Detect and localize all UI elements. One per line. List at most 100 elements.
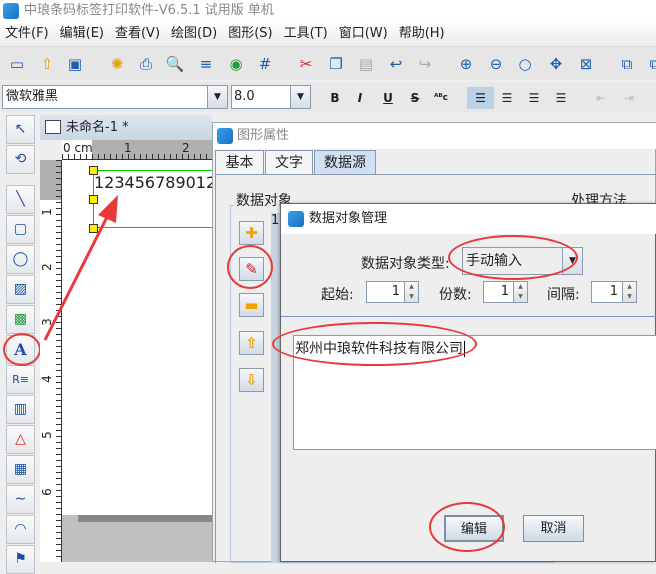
- flag-icon[interactable]: ⚑: [6, 545, 35, 574]
- interval-spinner[interactable]: 1 ▲▼: [591, 281, 637, 303]
- undo-icon[interactable]: ↩: [385, 53, 407, 75]
- italic-button[interactable]: I: [349, 87, 371, 109]
- open-icon[interactable]: ⇧: [36, 53, 58, 75]
- spinner-arrows-icon[interactable]: ▲▼: [622, 282, 636, 302]
- chevron-down-icon[interactable]: ▼: [562, 248, 582, 274]
- redo-icon[interactable]: ↪: [414, 53, 436, 75]
- chevron-down-icon[interactable]: ▼: [290, 86, 310, 108]
- font-value: 微软雅黑: [6, 89, 58, 104]
- database-connect-icon[interactable]: ◉: [225, 53, 247, 75]
- zoom-icon[interactable]: ○: [514, 53, 536, 75]
- format-toolbar: 微软雅黑 ▼ 8.0 ▼ B I U S ᴬᴮc ☰ ☰ ☰ ☰ ⇤ ⇥: [0, 82, 656, 112]
- settings-icon[interactable]: ✺: [106, 53, 128, 75]
- ruler-tick-label: 1: [124, 141, 132, 155]
- print-preview-icon[interactable]: 🔍: [164, 53, 186, 75]
- triangle-icon[interactable]: △: [6, 425, 35, 454]
- align-justify-icon[interactable]: ☰: [550, 87, 572, 109]
- rich-text-icon[interactable]: R≡: [6, 365, 35, 394]
- paste-icon[interactable]: ▤: [355, 53, 377, 75]
- dialog-title-text: 图形属性: [237, 128, 289, 143]
- divider: [281, 316, 656, 317]
- group-icon[interactable]: ⧉: [616, 53, 638, 75]
- data-object-list-item[interactable]: 1: [271, 213, 279, 228]
- document-tab[interactable]: 未命名-1 *: [40, 115, 212, 140]
- move-down-icon[interactable]: ⇩: [239, 368, 264, 392]
- canvas-text[interactable]: 123456789012: [94, 173, 212, 192]
- line-icon[interactable]: ╲: [6, 185, 35, 214]
- menu-shape[interactable]: 图形(S): [223, 22, 278, 46]
- rectangle-icon[interactable]: ▢: [6, 215, 35, 244]
- menu-window[interactable]: 窗口(W): [334, 22, 394, 46]
- remove-icon[interactable]: ▬: [239, 293, 264, 317]
- main-toolbar: ▭ ⇧ ▣ ✺ ⎙ 🔍 ≡ ◉ # ✂ ❐ ▤ ↩ ↪ ⊕ ⊖ ○ ✥ ⊠ ⧉ …: [0, 46, 656, 80]
- start-spinner[interactable]: 1 ▲▼: [366, 281, 419, 303]
- align-left-icon[interactable]: ☰: [467, 87, 494, 109]
- spacing-icon[interactable]: ⇤: [590, 87, 612, 109]
- spinner-arrows-icon[interactable]: ▲▼: [513, 282, 527, 302]
- print-icon[interactable]: ⎙: [135, 53, 157, 75]
- ungroup-icon[interactable]: ⧉: [644, 53, 656, 75]
- type-select[interactable]: 手动输入▼: [462, 247, 583, 275]
- cancel-button[interactable]: 取消: [523, 515, 584, 542]
- dialog-title: 图形属性: [213, 123, 656, 149]
- data-object-manager-dialog: 数据对象管理 数据对象类型: 手动输入▼ 起始: 1▲▼ 份数: 1▲▼ 间隔:…: [280, 203, 656, 562]
- zoom-out-icon[interactable]: ⊖: [485, 53, 507, 75]
- menu-edit[interactable]: 编辑(E): [55, 22, 110, 46]
- font-size-select[interactable]: 8.0 ▼: [231, 85, 311, 109]
- start-value: 1: [392, 284, 400, 299]
- dialog-logo-icon: [217, 128, 233, 144]
- spacing2-icon[interactable]: ⇥: [618, 87, 640, 109]
- menu-help[interactable]: 帮助(H): [394, 22, 451, 46]
- align-center-icon[interactable]: ☰: [496, 87, 518, 109]
- picture-icon[interactable]: ▩: [6, 305, 35, 334]
- resize-handle[interactable]: [89, 166, 98, 175]
- move-up-icon[interactable]: ⇧: [239, 331, 264, 355]
- cut-icon[interactable]: ✂: [295, 53, 317, 75]
- edit-icon[interactable]: ✎: [239, 257, 264, 281]
- app-logo-icon: [3, 3, 19, 19]
- canvas-background: [62, 515, 212, 562]
- strikethrough-button[interactable]: S: [404, 87, 426, 109]
- ellipse-icon[interactable]: ◯: [6, 245, 35, 274]
- menu-tools[interactable]: 工具(T): [279, 22, 334, 46]
- subscript-button[interactable]: ᴬᴮc: [430, 87, 452, 109]
- add-icon[interactable]: ✚: [239, 221, 264, 245]
- fit-width-icon[interactable]: ⊠: [575, 53, 597, 75]
- type-label: 数据对象类型:: [361, 253, 450, 273]
- edit-button[interactable]: 编辑: [444, 515, 504, 542]
- copy-icon[interactable]: ❐: [325, 53, 347, 75]
- qrcode-icon[interactable]: ▦: [6, 455, 35, 484]
- chevron-down-icon[interactable]: ▼: [207, 86, 227, 108]
- menu-draw[interactable]: 绘图(D): [166, 22, 223, 46]
- image-icon[interactable]: ▨: [6, 275, 35, 304]
- interval-value: 1: [610, 284, 618, 299]
- tab-datasource[interactable]: 数据源: [314, 150, 376, 174]
- curve-icon[interactable]: ∼: [6, 485, 35, 514]
- count-spinner[interactable]: 1▲▼: [483, 281, 528, 303]
- content-textarea[interactable]: 郑州中琅软件科技有限公司: [293, 335, 656, 450]
- rotate-icon[interactable]: ⟲: [6, 145, 35, 174]
- ruler-top: 0 cm 1 2: [62, 140, 212, 160]
- new-icon[interactable]: ▭: [6, 53, 28, 75]
- save-icon[interactable]: ▣: [64, 53, 86, 75]
- menu-view[interactable]: 查看(V): [110, 22, 166, 46]
- text-icon[interactable]: A: [6, 335, 35, 364]
- tab-basic[interactable]: 基本: [215, 150, 264, 174]
- manager-logo-icon: [288, 211, 304, 227]
- zoom-in-icon[interactable]: ⊕: [455, 53, 477, 75]
- menu-file[interactable]: 文件(F): [0, 22, 55, 46]
- spinner-arrows-icon[interactable]: ▲▼: [404, 282, 418, 302]
- grid-icon[interactable]: #: [254, 53, 276, 75]
- count-label: 份数:: [439, 284, 472, 304]
- select-icon[interactable]: ↖: [6, 115, 35, 144]
- underline-button[interactable]: U: [377, 87, 399, 109]
- arc-icon[interactable]: ◠: [6, 515, 35, 544]
- align-right-icon[interactable]: ☰: [523, 87, 545, 109]
- tab-text[interactable]: 文字: [265, 150, 313, 174]
- fit-page-icon[interactable]: ✥: [545, 53, 567, 75]
- barcode-icon[interactable]: ▥: [6, 395, 35, 424]
- database-icon[interactable]: ≡: [195, 53, 217, 75]
- font-family-select[interactable]: 微软雅黑 ▼: [2, 85, 228, 109]
- size-value: 8.0: [234, 89, 255, 104]
- bold-button[interactable]: B: [324, 87, 346, 109]
